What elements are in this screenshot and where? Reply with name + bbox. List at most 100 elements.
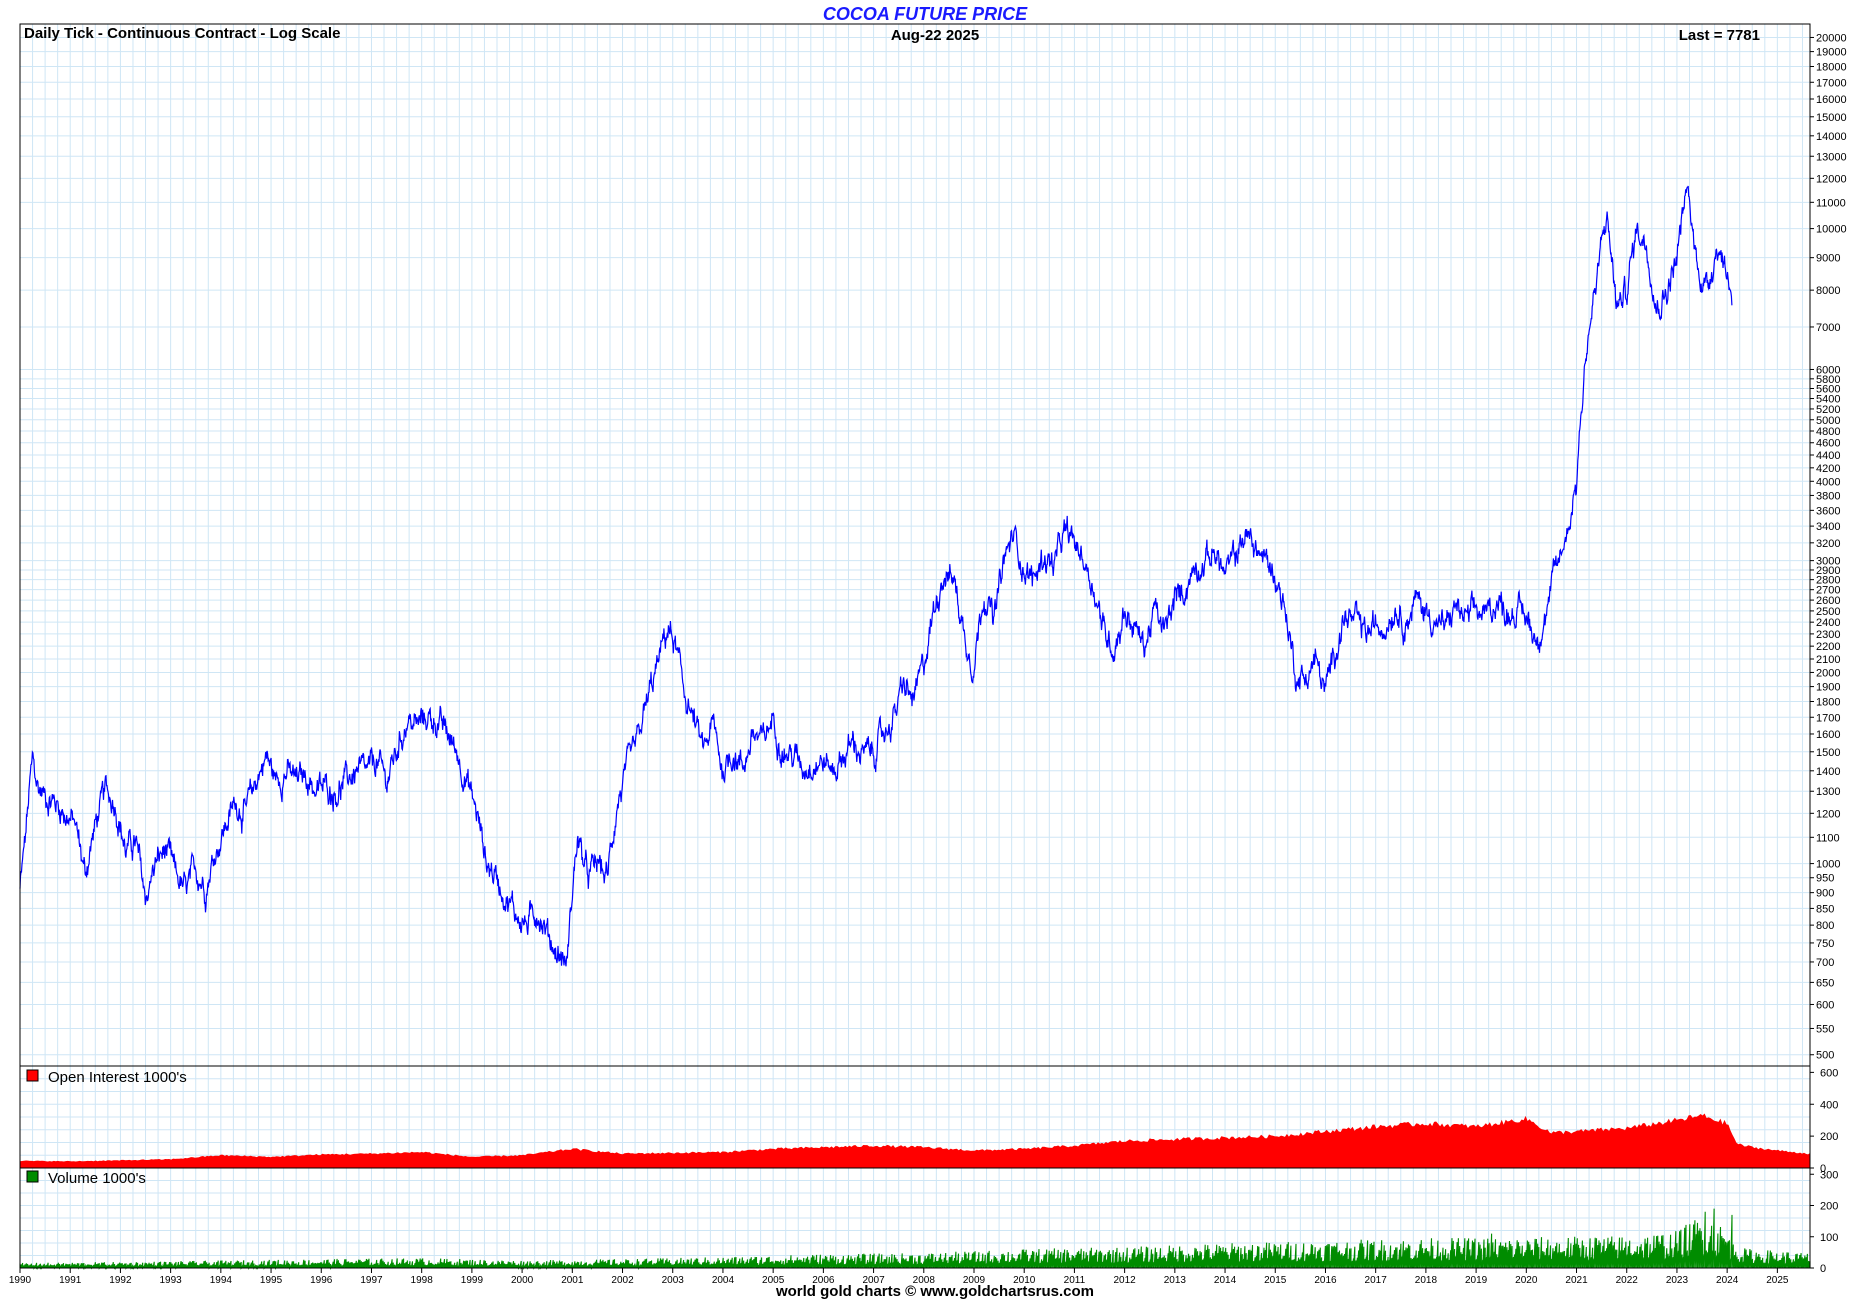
x-tick-label: 2001 <box>561 1275 584 1286</box>
y-tick-label: 2500 <box>1816 606 1840 618</box>
y-tick-label: 1600 <box>1816 729 1840 741</box>
y-tick-label: 3600 <box>1816 505 1840 517</box>
price-series-line <box>19 185 1733 967</box>
y-tick-label: 9000 <box>1816 253 1840 265</box>
y-tick-label: 4000 <box>1816 476 1840 488</box>
y-tick-label: 1200 <box>1816 808 1840 820</box>
x-tick-label: 1990 <box>9 1275 32 1286</box>
y-tick-label: 3400 <box>1816 521 1840 533</box>
y-tick-label: 16000 <box>1816 94 1847 106</box>
y-tick-label: 2000 <box>1816 667 1840 679</box>
volume-legend-swatch <box>26 1170 39 1183</box>
x-tick-label: 1991 <box>59 1275 82 1286</box>
y-tick-label: 400 <box>1820 1099 1838 1111</box>
y-tick-label: 200 <box>1820 1131 1838 1143</box>
x-tick-label: 2025 <box>1766 1275 1789 1286</box>
chart-subtitle: Daily Tick - Continuous Contract - Log S… <box>24 25 340 42</box>
y-tick-label: 4400 <box>1816 450 1840 462</box>
chart-title: COCOA FUTURE PRICE <box>823 4 1028 24</box>
y-tick-label: 600 <box>1820 1067 1838 1079</box>
y-tick-label: 13000 <box>1816 151 1847 163</box>
x-tick-label: 2023 <box>1666 1275 1689 1286</box>
y-tick-label: 1400 <box>1816 766 1840 778</box>
x-tick-label: 2000 <box>511 1275 534 1286</box>
open-interest-area <box>20 1113 1810 1168</box>
x-tick-label: 1996 <box>310 1275 333 1286</box>
y-tick-label: 2400 <box>1816 617 1840 629</box>
y-tick-label: 6000 <box>1816 364 1840 376</box>
y-tick-label: 500 <box>1816 1050 1834 1062</box>
x-tick-label: 1999 <box>461 1275 484 1286</box>
y-tick-label: 14000 <box>1816 131 1847 143</box>
y-tick-label: 700 <box>1816 957 1834 969</box>
y-tick-label: 2300 <box>1816 629 1840 641</box>
y-tick-label: 2100 <box>1816 654 1840 666</box>
x-tick-label: 2020 <box>1515 1275 1538 1286</box>
y-tick-label: 1100 <box>1816 832 1840 844</box>
x-tick-label: 1992 <box>109 1275 132 1286</box>
x-tick-label: 2018 <box>1415 1275 1438 1286</box>
x-tick-label: 2017 <box>1365 1275 1388 1286</box>
x-tick-label: 2015 <box>1264 1275 1287 1286</box>
open-interest-legend-swatch <box>26 1069 39 1082</box>
y-tick-label: 3000 <box>1816 556 1840 568</box>
y-tick-label: 750 <box>1816 938 1834 950</box>
last-price: Last = 7781 <box>1679 27 1760 44</box>
cocoa-chart: 5005506006507007508008509009501000110012… <box>9 4 1847 1300</box>
x-tick-label: 2002 <box>611 1275 634 1286</box>
y-tick-label: 1700 <box>1816 712 1840 724</box>
x-tick-label: 2013 <box>1164 1275 1187 1286</box>
x-tick-label: 2014 <box>1214 1275 1237 1286</box>
y-tick-label: 1500 <box>1816 747 1840 759</box>
x-tick-label: 2003 <box>662 1275 685 1286</box>
y-tick-label: 900 <box>1816 888 1834 900</box>
y-tick-label: 950 <box>1816 873 1834 885</box>
y-tick-label: 15000 <box>1816 112 1847 124</box>
x-tick-label: 1998 <box>411 1275 434 1286</box>
y-tick-label: 2600 <box>1816 595 1840 607</box>
y-tick-label: 5200 <box>1816 404 1840 416</box>
y-tick-label: 4600 <box>1816 438 1840 450</box>
y-tick-label: 8000 <box>1816 285 1840 297</box>
x-tick-label: 1997 <box>360 1275 383 1286</box>
y-tick-label: 10000 <box>1816 224 1847 236</box>
y-tick-label: 1800 <box>1816 696 1840 708</box>
x-tick-label: 2019 <box>1465 1275 1488 1286</box>
y-tick-label: 600 <box>1816 999 1834 1011</box>
x-tick-label: 1994 <box>210 1275 233 1286</box>
y-tick-label: 17000 <box>1816 77 1847 89</box>
x-tick-label: 1993 <box>160 1275 183 1286</box>
x-tick-label: 2021 <box>1565 1275 1588 1286</box>
y-tick-label: 650 <box>1816 977 1834 989</box>
y-tick-label: 1300 <box>1816 786 1840 798</box>
y-tick-label: 850 <box>1816 903 1834 915</box>
x-tick-label: 2022 <box>1616 1275 1639 1286</box>
y-tick-label: 1000 <box>1816 859 1840 871</box>
y-tick-label: 4800 <box>1816 426 1840 438</box>
footer-credit: world gold charts © www.goldchartsrus.co… <box>775 1283 1094 1300</box>
y-tick-label: 5000 <box>1816 415 1840 427</box>
volume-legend-label: Volume 1000's <box>48 1170 146 1187</box>
y-tick-label: 550 <box>1816 1023 1834 1035</box>
y-tick-label: 2200 <box>1816 641 1840 653</box>
x-tick-label: 2016 <box>1314 1275 1337 1286</box>
y-tick-label: 3200 <box>1816 538 1840 550</box>
x-tick-label: 2012 <box>1114 1275 1137 1286</box>
y-tick-label: 19000 <box>1816 47 1847 59</box>
y-tick-label: 7000 <box>1816 322 1840 334</box>
y-tick-label: 100 <box>1820 1232 1838 1244</box>
y-tick-label: 18000 <box>1816 62 1847 74</box>
chart-date: Aug-22 2025 <box>891 27 979 44</box>
y-tick-label: 12000 <box>1816 173 1847 185</box>
y-tick-label: 4200 <box>1816 463 1840 475</box>
y-tick-label: 1900 <box>1816 682 1840 694</box>
y-tick-label: 3800 <box>1816 490 1840 502</box>
x-tick-label: 1995 <box>260 1275 283 1286</box>
y-tick-label: 11000 <box>1816 197 1846 209</box>
y-tick-label: 800 <box>1816 920 1834 932</box>
x-tick-label: 2024 <box>1716 1275 1739 1286</box>
y-tick-label: 0 <box>1820 1263 1826 1275</box>
open-interest-panel <box>20 1113 1810 1168</box>
y-tick-label: 200 <box>1820 1201 1838 1213</box>
price-panel <box>19 185 1733 967</box>
